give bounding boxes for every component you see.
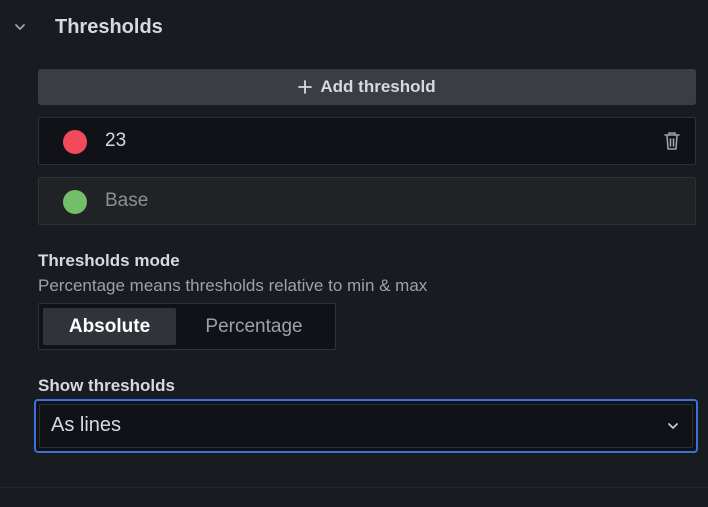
thresholds-mode-label: Thresholds mode: [38, 251, 180, 270]
thresholds-mode-radio-group: Absolute Percentage: [38, 303, 336, 350]
threshold-color-swatch[interactable]: [63, 130, 87, 154]
threshold-row: 23: [38, 117, 696, 165]
threshold-base-label: Base: [105, 190, 149, 211]
chevron-down-icon: [668, 423, 678, 429]
threshold-row: Base: [38, 177, 696, 225]
plus-icon: [298, 80, 313, 94]
add-threshold-label: Add threshold: [320, 77, 436, 96]
trash-icon[interactable]: [663, 131, 681, 151]
add-threshold-button[interactable]: Add threshold: [38, 69, 696, 105]
mode-option-absolute[interactable]: Absolute: [43, 308, 176, 345]
select-inner-frame: [39, 404, 693, 448]
thresholds-mode-description: Percentage means thresholds relative to …: [38, 276, 428, 295]
chevron-down-icon[interactable]: [13, 20, 27, 34]
section-divider: [0, 487, 708, 488]
threshold-value-input[interactable]: 23: [105, 130, 126, 152]
threshold-color-swatch[interactable]: [63, 190, 87, 214]
section-title: Thresholds: [55, 16, 163, 38]
mode-option-percentage[interactable]: Percentage: [182, 308, 326, 345]
show-thresholds-select[interactable]: As lines: [34, 399, 698, 453]
select-value: As lines: [51, 414, 122, 436]
thresholds-section-header[interactable]: Thresholds: [0, 0, 708, 56]
show-thresholds-label: Show thresholds: [38, 376, 175, 395]
